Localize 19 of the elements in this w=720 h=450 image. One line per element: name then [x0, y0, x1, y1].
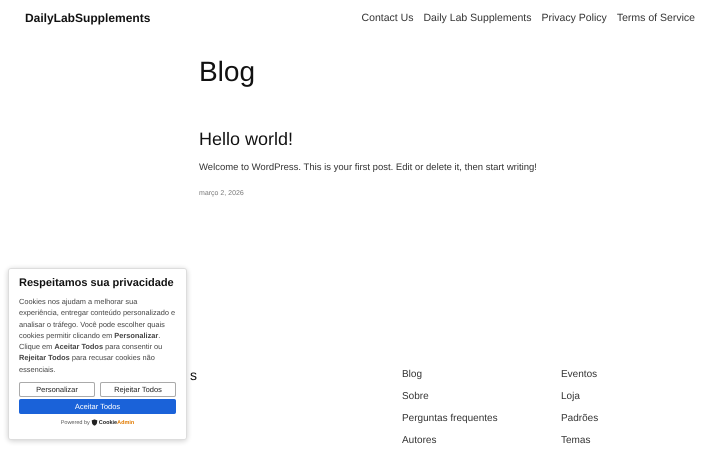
post-excerpt: Welcome to WordPress. This is your first post. Edit or delete it, then start writing! [199, 162, 538, 173]
footer-link[interactable]: Temas [561, 434, 720, 450]
nav-link[interactable]: Terms of Service [616, 12, 695, 24]
page-heading: Blog [199, 55, 256, 89]
shield-icon [90, 419, 98, 426]
footer-link[interactable]: Sobre [402, 390, 561, 412]
cookie-title: Respeitamos sua privacidade [19, 277, 175, 289]
footer-link[interactable]: Padrões [561, 412, 720, 434]
footer-link[interactable]: Eventos [561, 368, 720, 390]
footer-site-title[interactable]: s [190, 368, 402, 384]
footer-link[interactable]: Perguntas frequentes [402, 412, 561, 434]
post-title[interactable]: Hello world! [199, 126, 720, 152]
site-title[interactable]: DailyLabSupplements [25, 11, 150, 25]
footer-link[interactable]: Autores [402, 434, 561, 450]
footer-link[interactable]: Blog [402, 368, 561, 390]
nav-link[interactable]: Privacy Policy [541, 12, 607, 24]
nav-link[interactable]: Daily Lab Supplements [423, 12, 532, 24]
footer-link[interactable]: Loja [561, 390, 720, 412]
nav-link[interactable]: Contact Us [362, 12, 414, 24]
